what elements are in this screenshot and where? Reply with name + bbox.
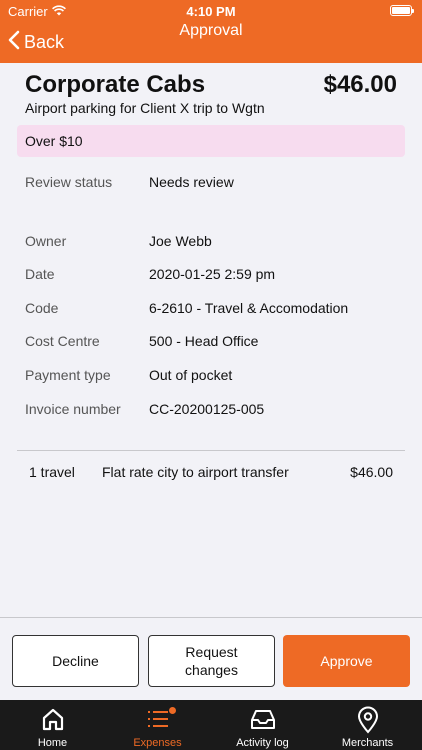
- divider: [17, 450, 405, 451]
- line-item-amount: $46.00: [350, 464, 393, 480]
- page-title: Approval: [179, 22, 243, 39]
- merchant-name: Corporate Cabs: [25, 71, 206, 98]
- field-label: Code: [25, 300, 59, 316]
- status-time: 4:10 PM: [186, 4, 236, 19]
- request-label-line1: Request: [185, 644, 238, 660]
- notification-badge: [169, 707, 176, 714]
- line-item-description: Flat rate city to airport transfer: [102, 464, 289, 480]
- decline-button[interactable]: Decline: [12, 635, 139, 687]
- field-label: Review status: [25, 174, 113, 190]
- approve-button[interactable]: Approve: [283, 635, 410, 687]
- field-value: 2020-01-25 2:59 pm: [149, 266, 276, 282]
- field-value: Needs review: [149, 174, 234, 190]
- tab-expenses[interactable]: Expenses: [105, 700, 210, 750]
- policy-banner: Over $10: [17, 125, 405, 157]
- expense-description: Airport parking for Client X trip to Wgt…: [25, 100, 265, 116]
- battery-icon: [390, 5, 414, 16]
- divider: [0, 617, 422, 618]
- tab-home[interactable]: Home: [0, 700, 105, 750]
- field-value: 500 - Head Office: [149, 333, 259, 349]
- tab-bar: Home Expenses Activity log Merchants: [0, 700, 422, 750]
- tab-label: Expenses: [133, 737, 182, 749]
- field-label: Invoice number: [25, 401, 121, 417]
- header: Carrier 4:10 PM Back Approval: [0, 0, 422, 63]
- action-bar: Decline Request changes Approve: [0, 635, 422, 687]
- request-changes-label: Request changes: [185, 643, 238, 679]
- field-value: 6-2610 - Travel & Accomodation: [149, 300, 349, 316]
- expense-detail: Corporate Cabs $46.00 Airport parking fo…: [0, 63, 422, 618]
- field-value: Out of pocket: [149, 367, 233, 383]
- field-label: Cost Centre: [25, 333, 100, 349]
- request-label-line2: changes: [185, 662, 238, 678]
- field-value: Joe Webb: [149, 233, 212, 249]
- tab-label: Activity log: [236, 737, 289, 749]
- tab-merchants[interactable]: Merchants: [315, 700, 420, 750]
- request-changes-button[interactable]: Request changes: [148, 635, 275, 687]
- field-label: Owner: [25, 233, 67, 249]
- tab-activity-log[interactable]: Activity log: [210, 700, 315, 750]
- status-bar: Carrier 4:10 PM: [0, 0, 422, 22]
- field-label: Date: [25, 266, 55, 282]
- tab-label: Home: [37, 737, 68, 749]
- tab-label: Merchants: [341, 737, 394, 749]
- expense-amount: $46.00: [323, 71, 397, 98]
- field-value: CC-20200125-005: [149, 401, 265, 417]
- field-label: Payment type: [25, 367, 111, 383]
- line-item-qty: 1 travel: [29, 464, 75, 480]
